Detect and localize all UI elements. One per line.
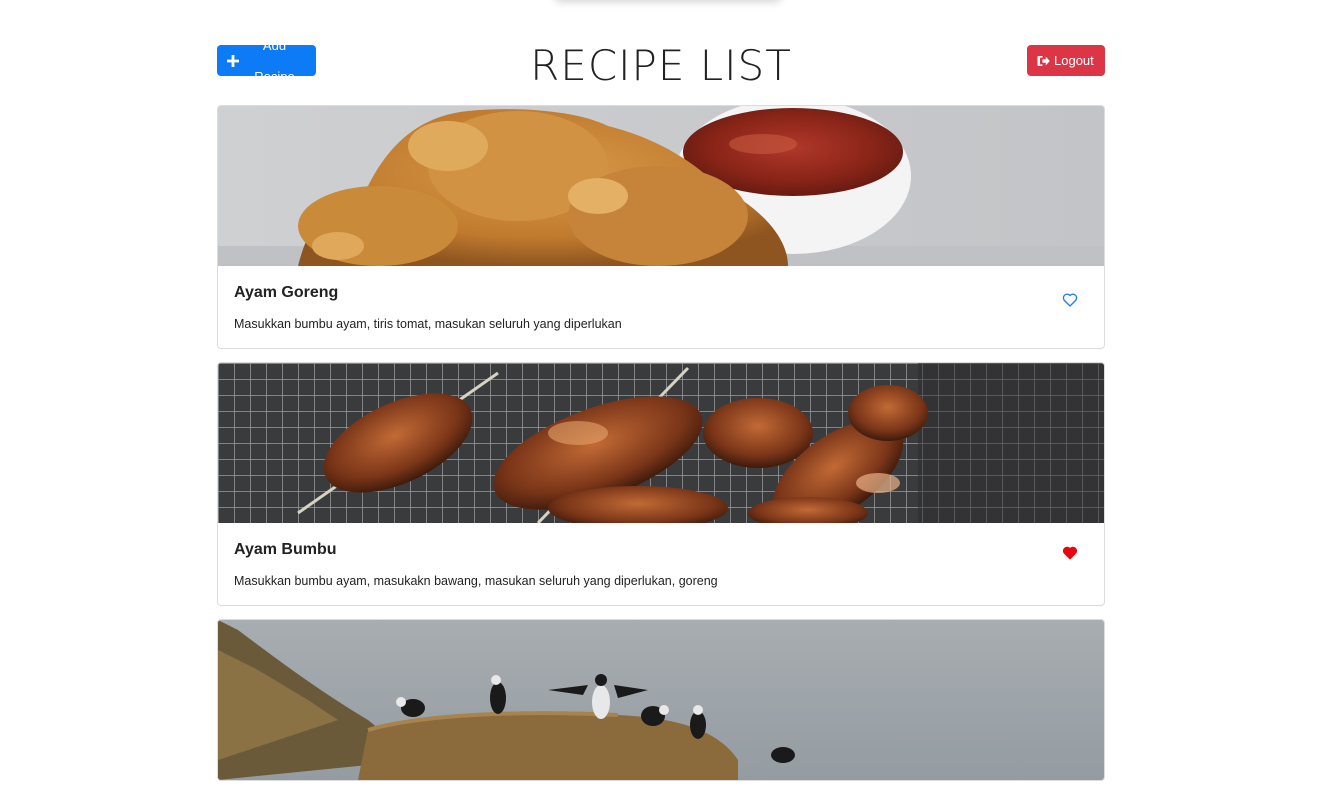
recipe-image-fried-chicken (218, 106, 1104, 266)
recipe-description: Masukkan bumbu ayam, masukakn bawang, ma… (234, 574, 718, 588)
recipe-title: Ayam Bumbu (234, 541, 337, 558)
recipe-card[interactable]: Ayam Goreng Masukkan bumbu ayam, tiris t… (217, 105, 1105, 349)
recipe-description: Masukkan bumbu ayam, tiris tomat, masuka… (234, 317, 622, 331)
page-title: RECIPE LIST (530, 41, 792, 90)
page-header: Add Recipe RECIPE LIST Logout (217, 0, 1105, 105)
heart-filled-icon[interactable] (1062, 545, 1078, 561)
recipe-image-grilled-chicken (218, 363, 1104, 523)
sign-out-icon (1037, 55, 1050, 67)
recipe-title: Ayam Goreng (234, 284, 339, 301)
recipe-card[interactable]: Ayam Bumbu Masukkan bumbu ayam, masukakn… (217, 362, 1105, 606)
logout-button[interactable]: Logout (1027, 45, 1105, 76)
logout-label: Logout (1054, 53, 1094, 68)
recipe-image-puffins (218, 620, 1104, 780)
recipe-card-body: Ayam Bumbu Masukkan bumbu ayam, masukakn… (218, 523, 1104, 605)
heart-outline-icon[interactable] (1062, 292, 1078, 308)
recipe-card[interactable] (217, 619, 1105, 781)
recipe-card-body: Ayam Goreng Masukkan bumbu ayam, tiris t… (218, 266, 1104, 348)
recipe-list-page: Add Recipe RECIPE LIST Logout Ayam Goren… (217, 0, 1105, 794)
